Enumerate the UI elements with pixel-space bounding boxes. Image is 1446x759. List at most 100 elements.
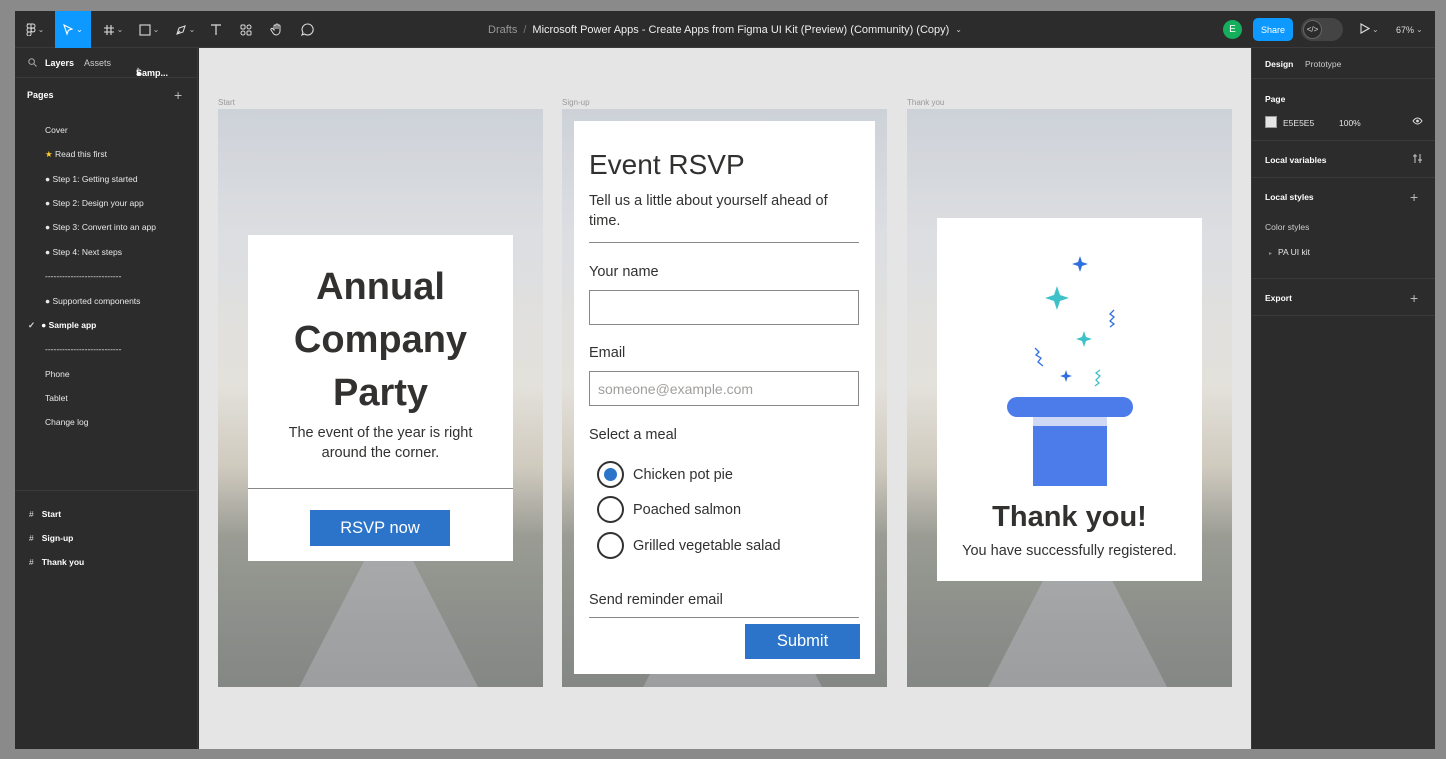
- avatar[interactable]: E: [1223, 20, 1242, 39]
- form-divider: [589, 242, 859, 243]
- page-color-swatch[interactable]: [1265, 116, 1277, 128]
- page-item-supported-components[interactable]: ● Supported components: [45, 296, 140, 306]
- meal-option-chicken[interactable]: Chicken pot pie: [597, 461, 733, 488]
- start-title: Annual Company Party: [293, 266, 468, 414]
- radio-selected-icon[interactable]: [597, 461, 624, 488]
- page-item-step-2[interactable]: ● Step 2: Design your app: [45, 198, 144, 208]
- frame-hash-icon: #: [29, 509, 34, 519]
- panel-divider: [15, 490, 198, 491]
- checkmark-icon: ✓: [28, 320, 36, 330]
- frame-label-start[interactable]: Start: [218, 98, 235, 107]
- layer-frame-start[interactable]: # Start: [29, 509, 61, 519]
- page-item-step-3[interactable]: ● Step 3: Convert into an app: [45, 222, 156, 232]
- tab-prototype[interactable]: Prototype: [1305, 59, 1341, 69]
- page-color-hex[interactable]: E5E5E5: [1283, 118, 1314, 128]
- page-label: Step 4: Next steps: [52, 247, 122, 257]
- design-prototype-tabs: Design Prototype: [1252, 48, 1435, 79]
- add-page-icon[interactable]: +: [174, 88, 182, 102]
- chevron-down-icon[interactable]: ⌄: [955, 25, 962, 34]
- form-divider: [589, 617, 859, 618]
- tab-design[interactable]: Design: [1265, 59, 1293, 69]
- layer-label: Start: [41, 509, 62, 519]
- page-label: Step 3: Convert into an app: [52, 222, 157, 232]
- form-title: Event RSVP: [589, 149, 745, 180]
- frame-start[interactable]: Annual Company Party The event of the ye…: [218, 109, 543, 687]
- page-item-cover[interactable]: Cover: [45, 125, 68, 135]
- email-label: Email: [589, 345, 626, 361]
- zoom-menu[interactable]: 67% ⌄: [1396, 11, 1423, 48]
- breadcrumb-separator: /: [523, 23, 527, 36]
- page-label: ---------------------------: [45, 344, 122, 354]
- file-name[interactable]: Microsoft Power Apps - Create Apps from …: [532, 24, 949, 36]
- breadcrumb-drafts[interactable]: Drafts: [488, 24, 517, 36]
- tab-layers[interactable]: Layers: [45, 58, 74, 68]
- page-item-step-4[interactable]: ● Step 4: Next steps: [45, 247, 122, 257]
- start-description: The event of the year is right around th…: [288, 425, 473, 461]
- play-icon: [1360, 22, 1371, 37]
- page-item-divider[interactable]: ---------------------------: [45, 344, 121, 354]
- top-toolbar: ⌄ ⌄ ⌄ ⌄ ⌄ Drafts / Microsoft Power Apps: [15, 11, 1435, 48]
- start-card: Annual Company Party The event of the ye…: [248, 235, 513, 561]
- page-item-tablet[interactable]: Tablet: [45, 393, 68, 403]
- local-variables-section: Local variables: [1252, 141, 1435, 178]
- page-label: Step 2: Design your app: [52, 198, 144, 208]
- magic-hat-illustration: [1007, 256, 1133, 486]
- caret-right-icon: ▸: [1269, 251, 1273, 257]
- submit-button[interactable]: Submit: [745, 624, 860, 659]
- rsvp-now-button[interactable]: RSVP now: [310, 510, 450, 546]
- page-item-divider[interactable]: ---------------------------: [45, 271, 121, 281]
- eye-icon[interactable]: [1412, 117, 1423, 127]
- canvas[interactable]: Start Sign-up Thank you Annual Company P…: [199, 48, 1251, 749]
- search-icon[interactable]: [28, 58, 37, 69]
- layer-label: Sign-up: [41, 533, 74, 543]
- page-label: Cover: [45, 125, 68, 135]
- frame-label-thank-you[interactable]: Thank you: [907, 98, 944, 107]
- page-item-read-this-first[interactable]: ★ Read this first: [45, 149, 107, 160]
- page-label: Phone: [45, 369, 70, 379]
- dot-icon: ●: [45, 198, 51, 208]
- left-sidebar: Layers Assets ● Samp... ^ Pages + Cover …: [15, 48, 198, 749]
- dev-mode-toggle[interactable]: </>: [1301, 18, 1343, 41]
- meal-option-salmon[interactable]: Poached salmon: [597, 496, 741, 523]
- thank-you-subtitle: You have successfully registered.: [962, 543, 1177, 559]
- variables-icon[interactable]: [1412, 153, 1423, 166]
- dot-icon: ●: [41, 320, 47, 330]
- add-export-icon[interactable]: +: [1410, 291, 1418, 305]
- page-opacity[interactable]: 100%: [1339, 118, 1361, 128]
- meal-option-vegetable[interactable]: Grilled vegetable salad: [597, 532, 781, 559]
- frame-thank-you[interactable]: Thank you! You have successfully registe…: [907, 109, 1232, 687]
- share-button[interactable]: Share: [1253, 18, 1293, 41]
- name-input[interactable]: [589, 290, 859, 325]
- radio-label: Poached salmon: [633, 501, 742, 518]
- tab-assets[interactable]: Assets: [84, 58, 111, 68]
- page-item-step-1[interactable]: ● Step 1: Getting started: [45, 174, 138, 184]
- local-variables-label[interactable]: Local variables: [1265, 155, 1326, 165]
- dot-icon: ●: [45, 296, 51, 306]
- page-label: ---------------------------: [45, 271, 122, 281]
- add-style-icon[interactable]: +: [1410, 190, 1418, 204]
- page-item-sample-app[interactable]: ✓ ● Sample app: [28, 320, 96, 331]
- thank-you-title: Thank you!: [992, 501, 1147, 533]
- page-item-change-log[interactable]: Change log: [45, 417, 88, 427]
- chevron-up-icon: ^: [136, 68, 141, 75]
- frame-sign-up[interactable]: Event RSVP Tell us a little about yourse…: [562, 109, 887, 687]
- pages-header: Pages: [27, 90, 54, 100]
- color-style-name: PA UI kit: [1278, 247, 1310, 257]
- layer-frame-thank-you[interactable]: # Thank you: [29, 557, 84, 567]
- page-label: Read this first: [55, 149, 107, 159]
- radio-icon[interactable]: [597, 532, 624, 559]
- email-input[interactable]: [589, 371, 859, 406]
- layer-label: Thank you: [41, 557, 85, 567]
- reminder-label: Send reminder email: [589, 592, 723, 608]
- present-button[interactable]: ⌄: [1360, 11, 1379, 48]
- radio-icon[interactable]: [597, 496, 624, 523]
- page-item-phone[interactable]: Phone: [45, 369, 70, 379]
- name-label: Your name: [589, 264, 659, 280]
- page-label: Supported components: [52, 296, 141, 306]
- page-section: Page E5E5E5 100%: [1252, 79, 1435, 141]
- color-style-group[interactable]: ▸ PA UI kit: [1269, 247, 1310, 257]
- radio-label: Chicken pot pie: [633, 466, 733, 483]
- page-label: Sample app: [48, 320, 97, 330]
- layer-frame-sign-up[interactable]: # Sign-up: [29, 533, 73, 543]
- frame-label-sign-up[interactable]: Sign-up: [562, 98, 590, 107]
